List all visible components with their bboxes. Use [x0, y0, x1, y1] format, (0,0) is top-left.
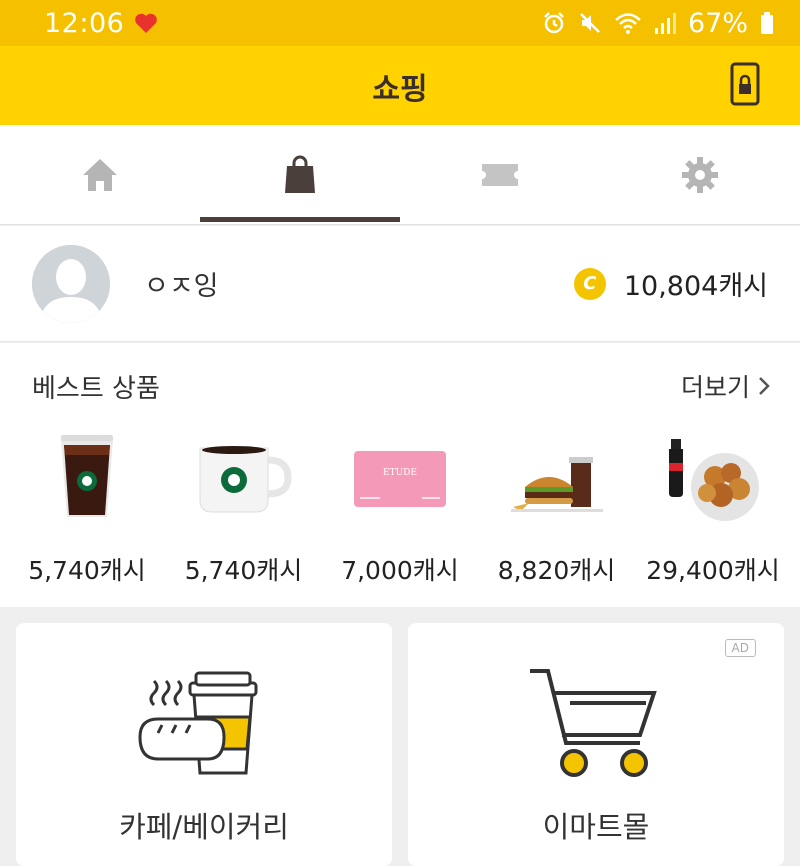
- chicken-cola-icon: [669, 439, 759, 521]
- product-price: 7,000캐시: [341, 556, 459, 585]
- product-item[interactable]: 5,740캐시: [169, 429, 319, 587]
- product-image: [184, 429, 304, 529]
- product-price: 8,820캐시: [497, 556, 616, 585]
- card-label: 이마트몰: [542, 810, 650, 844]
- signal-icon: [654, 13, 676, 34]
- status-icons: 67%: [542, 8, 774, 39]
- alarm-icon: [544, 12, 564, 34]
- avatar[interactable]: [32, 244, 110, 323]
- product-item[interactable]: 29,400캐시: [638, 429, 788, 587]
- card-label: 카페/베이커리: [119, 810, 289, 844]
- product-price: 5,740캐시: [184, 556, 303, 585]
- product-list: 5,740캐시 5,740캐시 ETUDE 7,000캐시 8,820캐시 29…: [0, 429, 800, 587]
- gift-card-brand: ETUDE: [383, 468, 417, 478]
- tab-home[interactable]: [0, 125, 200, 224]
- product-image: ETUDE: [340, 429, 460, 529]
- emart-mall-card[interactable]: AD 이마트몰: [408, 623, 784, 866]
- gift-card-icon: ETUDE: [354, 451, 446, 507]
- battery-icon: [761, 12, 773, 34]
- coin-icon: C: [573, 267, 606, 300]
- battery-percent: 67%: [687, 7, 748, 39]
- product-price: 29,400캐시: [646, 556, 780, 585]
- profile-row: ㅇㅈ잉 C 10,804캐시: [0, 226, 800, 342]
- default-avatar-icon: [32, 244, 110, 323]
- username: ㅇㅈ잉: [144, 271, 219, 302]
- ad-badge: AD: [724, 639, 756, 657]
- lock-screen-icon[interactable]: [730, 62, 760, 106]
- product-item[interactable]: 8,820캐시: [482, 429, 632, 587]
- app-header: 쇼핑: [0, 46, 800, 125]
- product-item[interactable]: 5,740캐시: [12, 429, 162, 587]
- product-image: [653, 429, 773, 529]
- product-item[interactable]: ETUDE 7,000캐시: [325, 429, 475, 587]
- mute-icon: [580, 13, 600, 33]
- shopping-cart-icon: [530, 669, 657, 777]
- product-image: [497, 429, 617, 529]
- best-products-header: 베스트 상품 더보기: [0, 343, 800, 429]
- category-cards: 카페/베이커리 AD 이마트몰: [0, 607, 800, 866]
- tab-ticket[interactable]: [400, 125, 600, 224]
- best-products-section: 베스트 상품 더보기 5,740캐시 5,740캐시 ETUDE 7,000캐시…: [0, 343, 800, 607]
- home-icon: [83, 158, 117, 191]
- product-image: [27, 429, 147, 529]
- cash-balance[interactable]: C 10,804캐시: [573, 264, 768, 303]
- more-label: 더보기: [680, 373, 750, 402]
- cafe-bakery-card[interactable]: 카페/베이커리: [16, 623, 392, 866]
- ticket-icon: [482, 163, 518, 186]
- shopping-bag-icon: [285, 155, 315, 193]
- iced-coffee-icon: [61, 435, 113, 517]
- page-title: 쇼핑: [372, 71, 428, 107]
- more-link[interactable]: 더보기: [681, 368, 770, 404]
- heart-icon: [135, 13, 158, 33]
- gear-icon: [682, 156, 718, 193]
- status-time: 12:06: [44, 7, 125, 39]
- cash-amount: 10,804캐시: [623, 271, 768, 302]
- wifi-icon: [615, 13, 641, 34]
- coffee-mug-icon: [199, 446, 292, 513]
- product-price: 5,740캐시: [28, 556, 146, 585]
- tab-settings[interactable]: [600, 125, 800, 224]
- tab-bar: [0, 125, 800, 225]
- burger-set-icon: [510, 457, 603, 512]
- chevron-right-icon: [759, 377, 770, 395]
- cafe-bakery-icon: [138, 671, 258, 775]
- status-bar: 12:06 67%: [0, 0, 800, 46]
- tab-shopping[interactable]: [200, 125, 400, 224]
- section-title: 베스트 상품: [32, 373, 160, 404]
